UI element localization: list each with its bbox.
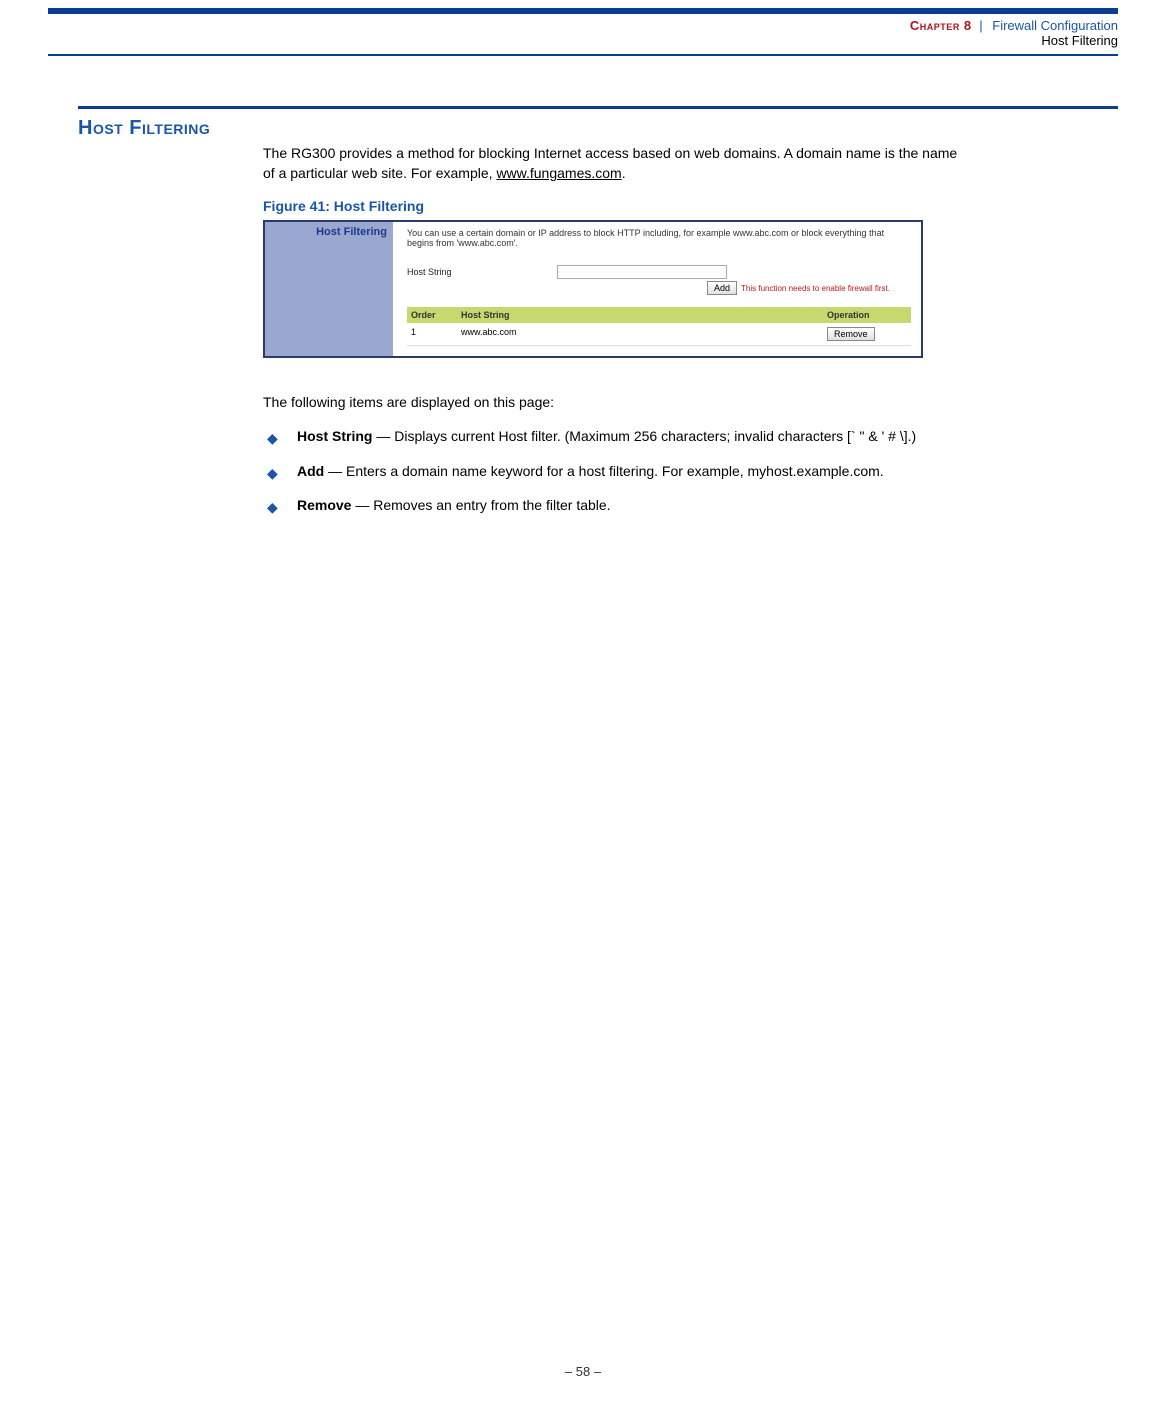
screenshot-main: You can use a certain domain or IP addre… xyxy=(393,222,921,357)
list-item: Host String — Displays current Host filt… xyxy=(263,426,963,446)
chapter-title: Firewall Configuration xyxy=(992,18,1118,33)
list-item: Remove — Removes an entry from the filte… xyxy=(263,495,963,515)
bullet-list: Host String — Displays current Host filt… xyxy=(263,426,963,515)
figure-screenshot: Host Filtering You can use a certain dom… xyxy=(263,220,923,359)
bullet-desc: — Displays current Host filter. (Maximum… xyxy=(372,428,916,444)
bullet-desc: — Removes an entry from the filter table… xyxy=(351,497,610,513)
screenshot-warning: This function needs to enable firewall f… xyxy=(741,284,890,293)
screenshot-panel-title: Host Filtering xyxy=(271,226,387,238)
th-order: Order xyxy=(411,310,461,320)
header-separator: | xyxy=(976,18,987,33)
td-order: 1 xyxy=(411,327,461,341)
section-heading: Host Filtering xyxy=(48,117,263,140)
th-host: Host String xyxy=(461,310,827,320)
chapter-label: Chapter 8 xyxy=(910,18,972,33)
screenshot-host-input[interactable] xyxy=(557,265,727,279)
page-footer: – 58 – xyxy=(0,1364,1166,1379)
section-rule xyxy=(78,106,1118,109)
bullet-term: Remove xyxy=(297,497,351,513)
screenshot-remove-button[interactable]: Remove xyxy=(827,327,875,341)
table-row: 1 www.abc.com Remove xyxy=(407,323,911,346)
following-intro: The following items are displayed on thi… xyxy=(263,392,963,412)
screenshot-desc: You can use a certain domain or IP addre… xyxy=(407,228,911,250)
screenshot-sidebar: Host Filtering xyxy=(265,222,393,357)
bullet-term: Add xyxy=(297,463,324,479)
header-top-stripe xyxy=(48,8,1118,14)
intro-example-link: www.fungames.com xyxy=(496,165,621,181)
th-op: Operation xyxy=(827,310,907,320)
intro-text-b: . xyxy=(622,165,626,181)
bullet-term: Host String xyxy=(297,428,372,444)
screenshot-add-button[interactable]: Add xyxy=(707,281,737,295)
figure-caption: Figure 41: Host Filtering xyxy=(263,198,963,214)
page-number: – 58 – xyxy=(565,1364,601,1379)
header-breadcrumb: Host Filtering xyxy=(1041,33,1118,48)
screenshot-host-label: Host String xyxy=(407,267,557,277)
bullet-desc: — Enters a domain name keyword for a hos… xyxy=(324,463,883,479)
screenshot-table-head: Order Host String Operation xyxy=(407,307,911,323)
header-sub: Host Filtering xyxy=(48,33,1118,48)
header-line: Chapter 8 | Firewall Configuration xyxy=(48,18,1118,33)
list-item: Add — Enters a domain name keyword for a… xyxy=(263,461,963,481)
td-host: www.abc.com xyxy=(461,327,827,341)
intro-paragraph: The RG300 provides a method for blocking… xyxy=(263,143,963,184)
